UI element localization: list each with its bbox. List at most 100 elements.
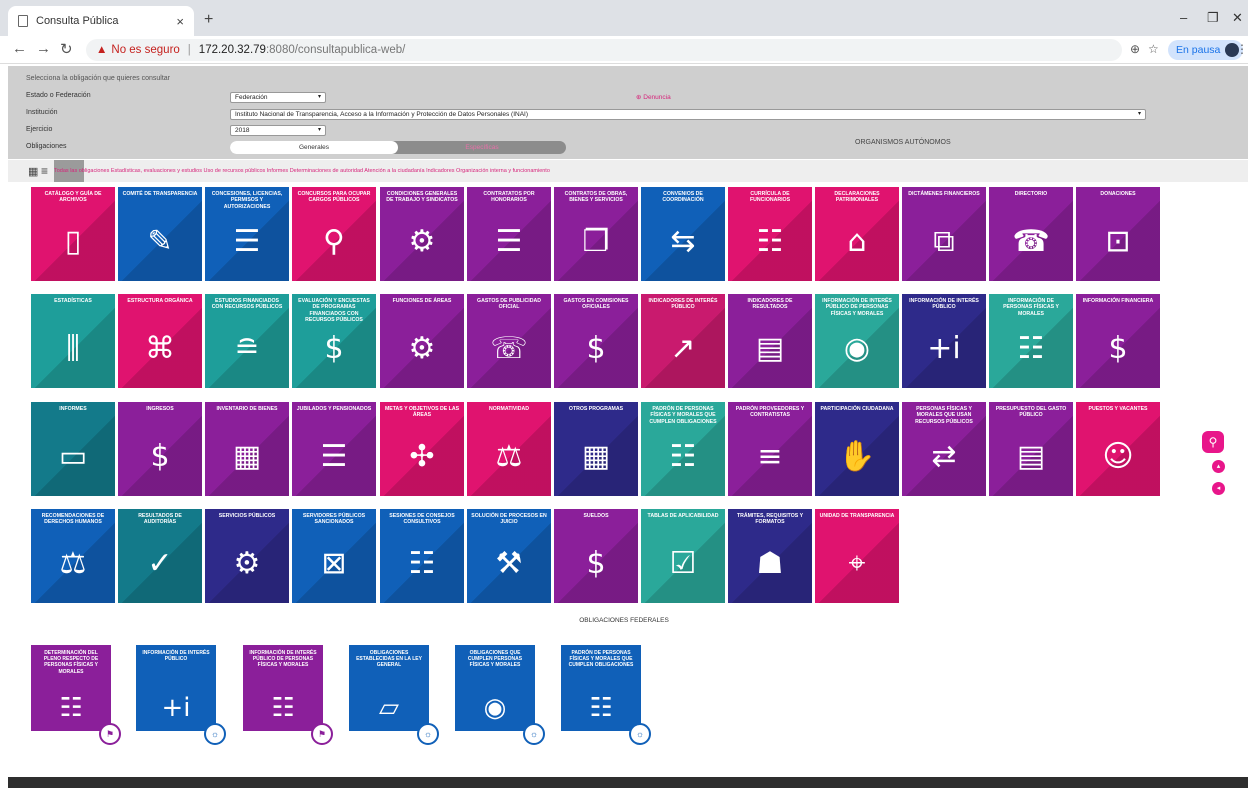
obligation-card[interactable]: CURRÍCULA DE FUNCIONARIOS ☷ bbox=[728, 187, 812, 281]
ejercicio-value: 2018 bbox=[235, 127, 250, 134]
card-icon: ☗ bbox=[728, 547, 812, 581]
obligation-card[interactable]: INGRESOS $ bbox=[118, 402, 202, 496]
obligation-card[interactable]: CONTRATATOS POR HONORARIOS ☰ bbox=[467, 187, 551, 281]
obligation-card[interactable]: PADRÓN DE PERSONAS FÍSICAS Y MORALES QUE… bbox=[641, 402, 725, 496]
obligation-card[interactable]: INVENTARIO DE BIENES ▦ bbox=[205, 402, 289, 496]
federal-obligation-card[interactable]: INFORMACIÓN DE INTERÉS PÚBLICO DE PERSON… bbox=[243, 645, 323, 731]
obligation-card[interactable]: SERVIDORES PÚBLICOS SANCIONADOS ⊠ bbox=[292, 509, 376, 603]
obligation-card[interactable]: CATÁLOGO Y GUÍA DE ARCHIVOS ▯ bbox=[31, 187, 115, 281]
card-title: PRESUPUESTO DEL GASTO PÚBLICO bbox=[995, 406, 1067, 419]
minimize-icon[interactable]: – bbox=[1180, 10, 1187, 25]
obligation-card[interactable]: CONDICIONES GENERALES DE TRABAJO Y SINDI… bbox=[380, 187, 464, 281]
obligation-card[interactable]: CONTRATOS DE OBRAS, BIENES Y SERVICIOS ❐ bbox=[554, 187, 638, 281]
obligation-card[interactable]: PRESUPUESTO DEL GASTO PÚBLICO ▤ bbox=[989, 402, 1073, 496]
obligation-card[interactable]: SOLUCIÓN DE PROCESOS EN JUICIO ⚒ bbox=[467, 509, 551, 603]
obligation-card[interactable]: GASTOS EN COMISIONES OFICIALES $ bbox=[554, 294, 638, 388]
obligation-card[interactable]: CONCURSOS PARA OCUPAR CARGOS PÚBLICOS ⚲ bbox=[292, 187, 376, 281]
card-title: TABLAS DE APLICABILIDAD bbox=[647, 513, 719, 519]
obligation-card[interactable]: COMITÉ DE TRANSPARENCIA ✎ bbox=[118, 187, 202, 281]
obligation-card[interactable]: DICTÁMENES FINANCIEROS ⧉ bbox=[902, 187, 986, 281]
category-filters[interactable]: Todas las obligaciones Estadísticas, eva… bbox=[54, 168, 550, 174]
new-tab-button[interactable]: + bbox=[204, 11, 213, 29]
obligation-card[interactable]: DONACIONES ⊡ bbox=[1076, 187, 1160, 281]
restore-icon[interactable]: ❐ bbox=[1207, 10, 1219, 26]
obligation-card[interactable]: INFORMACIÓN DE PERSONAS FÍSICAS Y MORALE… bbox=[989, 294, 1073, 388]
obligation-card[interactable]: INFORMACIÓN DE INTERÉS PÚBLICO DE PERSON… bbox=[815, 294, 899, 388]
bookmark-star-icon[interactable]: ☆ bbox=[1148, 42, 1159, 56]
card-glyph: ☷ bbox=[408, 546, 436, 581]
obligation-card[interactable]: PADRÓN PROVEEDORES Y CONTRATISTAS ≡ bbox=[728, 402, 812, 496]
obligation-card[interactable]: DECLARACIONES PATRIMONIALES ⌂ bbox=[815, 187, 899, 281]
federal-obligation-card[interactable]: PADRÓN DE PERSONAS FÍSICAS Y MORALES QUE… bbox=[561, 645, 641, 731]
card-title: INDICADORES DE RESULTADOS bbox=[747, 298, 793, 311]
scroll-up-button[interactable]: ▴ bbox=[1212, 460, 1225, 473]
obligation-card[interactable]: TRÁMITES, REQUISITOS Y FORMATOS ☗ bbox=[728, 509, 812, 603]
obligation-card[interactable]: FUNCIONES DE ÁREAS ⚙ bbox=[380, 294, 464, 388]
federal-obligation-card[interactable]: DETERMINACIÓN DEL PLENO RESPECTO DE PERS… bbox=[31, 645, 111, 731]
obligation-card[interactable]: PERSONAS FÍSICAS Y MORALES QUE USAN RECU… bbox=[902, 402, 986, 496]
obligation-card[interactable]: RECOMENDACIONES DE DERECHOS HUMANOS ⚖ bbox=[31, 509, 115, 603]
obligation-card[interactable]: ESTRUCTURA ORGÁNICA ⌘ bbox=[118, 294, 202, 388]
zoom-icon[interactable]: ⊕ bbox=[1130, 42, 1140, 56]
obligation-card[interactable]: INFORMACIÓN DE INTERÉS PÚBLICO +i bbox=[902, 294, 986, 388]
obligation-card[interactable]: CONVENIOS DE COORDINACIÓN ⇆ bbox=[641, 187, 725, 281]
estado-select[interactable]: Federación ▾ bbox=[230, 92, 326, 103]
url-field[interactable]: ▲ No es seguro | 172.20.32.79 :8080/cons… bbox=[86, 39, 1122, 61]
card-icon: $ bbox=[118, 440, 202, 474]
obligation-card[interactable]: SUELDOS $ bbox=[554, 509, 638, 603]
obligation-card[interactable]: INDICADORES DE INTERÉS PÚBLICO ↗ bbox=[641, 294, 725, 388]
obligation-card[interactable]: METAS Y OBJETIVOS DE LAS ÁREAS ✣ bbox=[380, 402, 464, 496]
reload-icon[interactable]: ↻ bbox=[60, 40, 73, 58]
obligation-card[interactable]: SESIONES DE CONSEJOS CONSULTIVOS ☷ bbox=[380, 509, 464, 603]
obligation-card[interactable]: DIRECTORIO ☎ bbox=[989, 187, 1073, 281]
forward-icon[interactable]: → bbox=[36, 40, 51, 57]
denuncia-link[interactable]: ⊕ Denuncia bbox=[636, 93, 671, 101]
obligation-card[interactable]: NORMATIVIDAD ⚖ bbox=[467, 402, 551, 496]
obligation-card[interactable]: RESULTADOS DE AUDITORÍAS ✓ bbox=[118, 509, 202, 603]
browser-menu-icon[interactable]: ⋮ bbox=[1236, 42, 1248, 56]
obligation-card[interactable]: EVALUACIÓN Y ENCUESTAS DE PROGRAMAS FINA… bbox=[292, 294, 376, 388]
federal-obligation-card[interactable]: OBLIGACIONES ESTABLECIDAS EN LA LEY GENE… bbox=[349, 645, 429, 731]
obligaciones-toggle[interactable]: Generales Específicas bbox=[230, 141, 566, 154]
obligaciones-label: Obligaciones bbox=[26, 143, 67, 150]
federal-obligation-card[interactable]: OBLIGACIONES QUE CUMPLEN PERSONAS FÍSICA… bbox=[455, 645, 535, 731]
tab-close-icon[interactable]: × bbox=[176, 14, 184, 29]
card-title: INFORMACIÓN DE INTERÉS PÚBLICO bbox=[909, 298, 979, 311]
obligation-card[interactable]: PUESTOS Y VACANTES ☺ bbox=[1076, 402, 1160, 496]
scroll-left-button[interactable]: ◂ bbox=[1212, 482, 1225, 495]
federal-obligation-card[interactable]: INFORMACIÓN DE INTERÉS PÚBLICO +i bbox=[136, 645, 216, 731]
obligation-card[interactable]: ESTUDIOS FINANCIADOS CON RECURSOS PÚBLIC… bbox=[205, 294, 289, 388]
obligation-card[interactable]: SERVICIOS PÚBLICOS ⚙ bbox=[205, 509, 289, 603]
insecure-label[interactable]: No es seguro bbox=[111, 44, 179, 56]
card-title: PARTICIPACIÓN CIUDADANA bbox=[820, 406, 894, 412]
ejercicio-select[interactable]: 2018 ▾ bbox=[230, 125, 326, 136]
card-icon: ⫼ bbox=[31, 332, 115, 366]
obligation-card[interactable]: UNIDAD DE TRANSPARENCIA ⌖ bbox=[815, 509, 899, 603]
toggle-generales[interactable]: Generales bbox=[230, 141, 398, 154]
card-icon: ✓ bbox=[118, 547, 202, 581]
close-window-icon[interactable]: ✕ bbox=[1232, 10, 1243, 26]
card-glyph: ⫼ bbox=[66, 331, 80, 366]
search-tool-button[interactable]: ⚲ bbox=[1202, 431, 1224, 453]
obligation-card[interactable]: ESTADÍSTICAS ⫼ bbox=[31, 294, 115, 388]
obligation-card[interactable]: JUBILADOS Y PENSIONADOS ☰ bbox=[292, 402, 376, 496]
list-view-icon[interactable]: ≡ bbox=[41, 164, 48, 178]
obligation-card[interactable]: TABLAS DE APLICABILIDAD ☑ bbox=[641, 509, 725, 603]
obligation-card[interactable]: INFORMES ▭ bbox=[31, 402, 115, 496]
back-icon[interactable]: ← bbox=[12, 40, 27, 57]
card-glyph: ⧉ bbox=[933, 224, 955, 259]
card-icon: ⧉ bbox=[902, 225, 986, 259]
toggle-especificas[interactable]: Específicas bbox=[398, 141, 566, 154]
profile-pause-button[interactable]: En pausa bbox=[1168, 40, 1244, 60]
card-title: INFORMACIÓN DE INTERÉS PÚBLICO DE PERSON… bbox=[249, 650, 317, 669]
obligation-card[interactable]: INDICADORES DE RESULTADOS ▤ bbox=[728, 294, 812, 388]
obligation-card[interactable]: OTROS PROGRAMAS ▦ bbox=[554, 402, 638, 496]
obligation-card[interactable]: PARTICIPACIÓN CIUDADANA ✋ bbox=[815, 402, 899, 496]
browser-tab[interactable]: Consulta Pública × bbox=[8, 6, 194, 36]
card-glyph: ❐ bbox=[582, 224, 610, 259]
institucion-select[interactable]: Instituto Nacional de Transparencia, Acc… bbox=[230, 109, 1146, 120]
obligation-card[interactable]: CONCESIONES, LICENCIAS, PERMISOS Y AUTOR… bbox=[205, 187, 289, 281]
grid-view-icon[interactable]: ▦ bbox=[28, 165, 38, 178]
obligation-card[interactable]: GASTOS DE PUBLICIDAD OFICIAL ☏ bbox=[467, 294, 551, 388]
obligation-card[interactable]: INFORMACIÓN FINANCIERA $ bbox=[1076, 294, 1160, 388]
